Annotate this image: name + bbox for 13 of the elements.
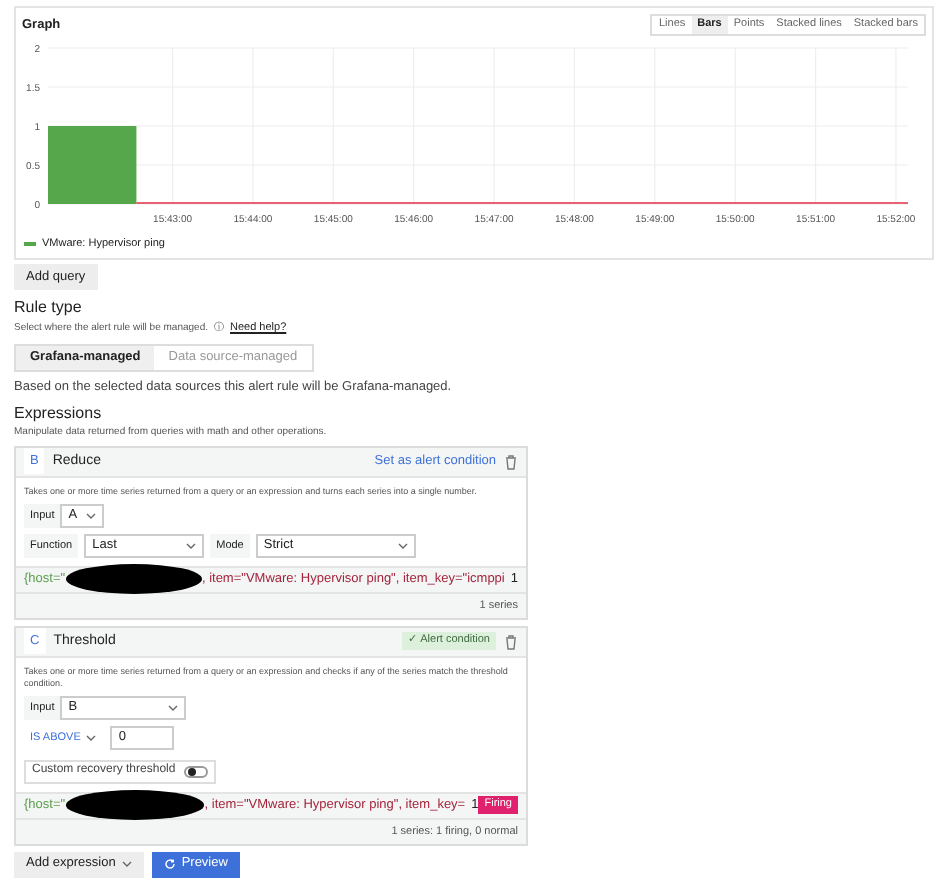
caret-icon bbox=[397, 541, 408, 550]
section-title: Rule type bbox=[14, 296, 84, 321]
toggle-switch[interactable] bbox=[183, 765, 208, 778]
caret-icon bbox=[121, 860, 132, 869]
trash-icon[interactable] bbox=[504, 633, 518, 650]
caret-icon bbox=[86, 733, 97, 742]
refresh-icon bbox=[163, 858, 176, 871]
section-title: Expressions bbox=[14, 402, 104, 426]
caret-icon bbox=[168, 703, 179, 712]
bar bbox=[48, 126, 137, 204]
caret-icon bbox=[186, 541, 197, 550]
trash-icon[interactable] bbox=[504, 453, 518, 470]
caret-icon bbox=[85, 511, 96, 520]
